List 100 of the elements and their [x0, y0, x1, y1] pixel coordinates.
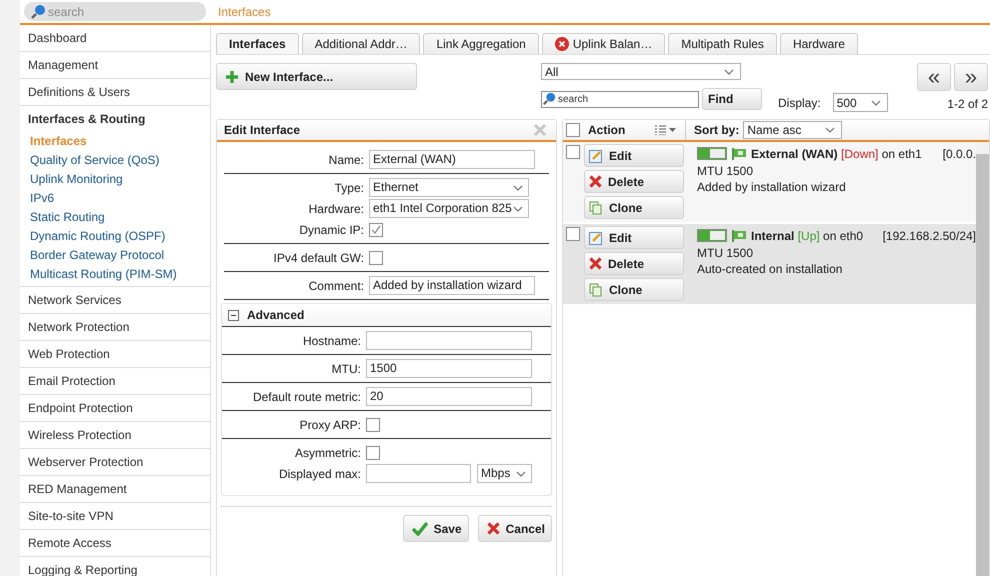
field-label: MTU: [330, 362, 362, 376]
display-select[interactable]: 500 [832, 93, 888, 112]
sort-label: Sort by: [694, 123, 740, 137]
sidebar-item[interactable]: Email Protection [20, 368, 210, 394]
clone-button[interactable]: Clone [584, 278, 684, 301]
row-checkbox[interactable] [566, 227, 580, 241]
scrollbar[interactable] [976, 142, 989, 576]
sidebar-subitem[interactable]: Dynamic Routing (OSPF) [20, 227, 210, 246]
sidebar-item[interactable]: Endpoint Protection [20, 395, 210, 421]
save-button[interactable]: Save [402, 515, 469, 542]
sidebar-item[interactable]: Management [20, 52, 210, 78]
checkbox[interactable] [369, 222, 383, 236]
field-label: Type: [334, 180, 365, 194]
sidebar-item[interactable]: Definitions & Users [20, 79, 210, 105]
checkbox[interactable] [366, 446, 380, 460]
delete-button[interactable]: Delete [584, 170, 684, 193]
field-label: Dynamic IP: [298, 222, 365, 236]
tab[interactable]: Hardware [780, 33, 858, 54]
field-label: Hardware: [308, 202, 365, 216]
network-card-icon [732, 148, 746, 160]
interface-comment: Added by installation wizard [697, 179, 847, 195]
toggle-switch[interactable] [697, 147, 727, 160]
clone-icon [589, 200, 603, 214]
interface-comment: Auto-created on installation [697, 261, 844, 277]
display-label: Display: [778, 96, 821, 110]
sidebar-subitem[interactable]: Multicast Routing (PIM-SM) [20, 265, 210, 284]
text-field[interactable]: 1500 [366, 359, 532, 378]
edit-button[interactable]: Edit [584, 226, 684, 249]
sidebar-item[interactable]: Network Protection [20, 314, 210, 340]
sidebar-subitem[interactable]: Static Routing [20, 208, 210, 227]
delete-icon [589, 257, 602, 270]
chevron-icon [513, 184, 523, 190]
interface-address: [0.0.0. [942, 146, 976, 160]
delete-icon [589, 175, 602, 188]
sidebar-item[interactable]: Site-to-site VPN [20, 503, 210, 529]
page-count: 1-2 of 2 [947, 97, 988, 111]
chevron-icon [513, 206, 523, 212]
find-button[interactable]: Find [702, 88, 762, 110]
text-field[interactable] [366, 464, 471, 483]
column-menu-icon[interactable] [655, 125, 677, 135]
chevron-icon [870, 100, 881, 106]
checkbox[interactable] [369, 250, 383, 264]
sidebar-item[interactable]: RED Management [20, 476, 210, 502]
chevron-icon [825, 127, 836, 133]
tab[interactable]: Uplink Balan… [542, 33, 666, 54]
checkbox[interactable] [366, 418, 380, 432]
text-field[interactable] [366, 331, 532, 350]
search-field[interactable]: search [541, 90, 699, 108]
collapse-icon[interactable] [228, 310, 239, 320]
sidebar-subitem[interactable]: Border Gateway Protocol [20, 246, 210, 265]
interface-mtu: MTU 1500 [697, 245, 754, 261]
text-field[interactable]: External (WAN) [369, 150, 535, 169]
sidebar-item[interactable]: Network Services [20, 287, 210, 313]
delete-button[interactable]: Delete [584, 252, 684, 275]
row-checkbox[interactable] [566, 145, 580, 159]
field-label: Hostname: [302, 334, 362, 348]
interface-address: [192.168.2.50/24] [882, 228, 976, 242]
filter-select[interactable]: All [541, 63, 741, 80]
tab[interactable]: Link Aggregation [423, 33, 539, 54]
edit-icon [589, 148, 603, 162]
search-icon [542, 92, 556, 106]
interface-row[interactable]: Edit Delete Clone Internal [Up] on eth0 [192.168.2.50/24] MTU 1500 Auto-created on installation [563, 224, 976, 304]
sidebar-item[interactable]: Remote Access [20, 530, 210, 556]
sidebar-item[interactable]: Web Protection [20, 341, 210, 367]
text-field[interactable]: Added by installation wizard [369, 276, 535, 295]
interface-mtu: MTU 1500 [697, 163, 754, 179]
unit-select[interactable]: Mbps [477, 464, 532, 483]
tab[interactable]: Additional Addr… [302, 33, 420, 54]
sidebar-item[interactable]: Interfaces & Routing [20, 106, 210, 132]
edit-button[interactable]: Edit [584, 144, 684, 167]
select-all-checkbox[interactable] [566, 123, 580, 137]
interface-title: External (WAN) [Down] on eth1 [751, 146, 922, 160]
field-label: IPv4 default GW: [272, 250, 365, 264]
next-page-button[interactable]: » [954, 63, 988, 91]
text-field[interactable]: 20 [366, 387, 532, 406]
previous-page-button[interactable]: « [917, 63, 951, 91]
interface-row[interactable]: Edit Delete Clone External (WAN) [Down] on eth1 [0.0.0. MTU 1500 Added by installation wizard [563, 142, 976, 222]
tab[interactable]: Multipath Rules [668, 33, 777, 54]
toggle-switch[interactable] [697, 229, 727, 242]
field-label: Displayed max: [278, 466, 362, 480]
sidebar-item[interactable]: Dashboard [20, 25, 210, 51]
sidebar-item[interactable]: Webserver Protection [20, 449, 210, 475]
sidebar-item[interactable]: Wireless Protection [20, 422, 210, 448]
field-label: Comment: [308, 278, 365, 292]
plus-icon [225, 70, 239, 84]
sidebar-subitem[interactable]: Quality of Service (QoS) [20, 151, 210, 170]
field-label: Proxy ARP: [298, 418, 362, 432]
tab[interactable]: Interfaces [216, 33, 299, 54]
sidebar-subitem[interactable]: Uplink Monitoring [20, 170, 210, 189]
cross-icon [486, 522, 500, 535]
select-field[interactable]: eth1 Intel Corporation 825 [369, 199, 529, 218]
field-label: Name: [328, 152, 365, 166]
select-field[interactable]: Ethernet [369, 178, 529, 197]
new-interface-button[interactable]: New Interface... [216, 63, 417, 90]
sidebar-subitem[interactable]: IPv6 [20, 189, 210, 208]
panel-title: Edit Interface [224, 123, 300, 137]
edit-icon [589, 230, 603, 244]
sort-select[interactable]: Name asc [743, 121, 842, 139]
clone-button[interactable]: Clone [584, 196, 684, 219]
cancel-button[interactable]: Cancel [478, 515, 552, 542]
